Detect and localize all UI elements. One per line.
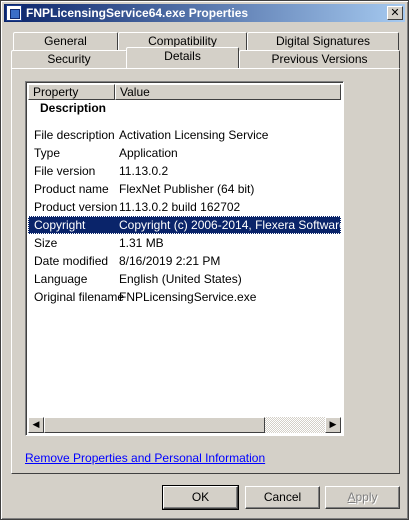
property-value: 1.31 MB (119, 236, 164, 250)
cancel-button[interactable]: Cancel (245, 486, 320, 509)
column-header-property[interactable]: Property (28, 84, 115, 100)
apply-button-label: pply (355, 490, 378, 504)
tab-general[interactable]: General (13, 32, 118, 50)
list-row[interactable]: File version 11.13.0.2 (28, 162, 341, 180)
ok-button[interactable]: OK (162, 485, 239, 510)
tab-security[interactable]: Security (11, 50, 127, 68)
apply-button-mnemonic: A (347, 490, 356, 504)
property-name: Language (34, 272, 88, 286)
property-name: File version (34, 164, 96, 178)
list-row[interactable]: Original filename FNPLicensingService.ex… (28, 288, 341, 306)
window-title: FNPLicensingService64.exe Properties (26, 6, 249, 20)
property-value: Activation Licensing Service (119, 128, 269, 142)
list-row[interactable]: Date modified 8/16/2019 2:21 PM (28, 252, 341, 270)
properties-dialog: FNPLicensingService64.exe Properties ✕ G… (0, 0, 409, 520)
property-name: File description (34, 128, 115, 142)
apply-button[interactable]: Apply (325, 486, 400, 509)
tab-digital-signatures[interactable]: Digital Signatures (247, 32, 399, 50)
tab-details[interactable]: Details (126, 47, 239, 68)
remove-properties-link[interactable]: Remove Properties and Personal Informati… (25, 451, 265, 465)
scroll-left-arrow-icon[interactable]: ◀ (28, 417, 44, 433)
title-bar[interactable]: FNPLicensingService64.exe Properties ✕ (4, 4, 405, 22)
list-row[interactable]: Size 1.31 MB (28, 234, 341, 252)
property-name: Original filename (34, 290, 125, 304)
details-list[interactable]: Property Value Description File descript… (25, 81, 344, 436)
list-row[interactable]: File description Activation Licensing Se… (28, 126, 341, 144)
property-name: Type (34, 146, 61, 160)
list-row[interactable]: Type Application (28, 144, 341, 162)
close-button[interactable]: ✕ (387, 6, 403, 20)
list-row[interactable]: Product version 11.13.0.2 build 162702 (28, 198, 341, 216)
property-name: Product name (34, 182, 109, 196)
property-value: FNPLicensingService.exe (119, 290, 257, 304)
property-value: Application (119, 146, 178, 160)
property-name: Size (34, 236, 58, 250)
property-value: English (United States) (119, 272, 242, 286)
scrollbar-thumb[interactable] (44, 417, 265, 433)
horizontal-scrollbar[interactable]: ◀ ▶ (28, 417, 341, 433)
property-value: 11.13.0.2 build 162702 (119, 200, 241, 214)
application-icon (6, 5, 22, 21)
property-value: 8/16/2019 2:21 PM (119, 254, 221, 268)
list-row[interactable]: Product name FlexNet Publisher (64 bit) (28, 180, 341, 198)
property-name: Copyright (34, 218, 86, 232)
column-header-value[interactable]: Value (115, 84, 341, 100)
scroll-right-arrow-icon[interactable]: ▶ (325, 417, 341, 433)
group-header-description: Description (40, 101, 107, 115)
property-name: Product version (34, 200, 118, 214)
tab-previous-versions[interactable]: Previous Versions (239, 50, 400, 68)
property-value: Copyright (c) 2006-2014, Flexera Softwar… (119, 218, 344, 232)
property-value: 11.13.0.2 (119, 164, 169, 178)
property-value: FlexNet Publisher (64 bit) (119, 182, 255, 196)
list-header: Property Value (28, 84, 341, 100)
property-name: Date modified (34, 254, 109, 268)
list-row-selected[interactable]: Copyright Copyright (c) 2006-2014, Flexe… (28, 216, 344, 234)
list-row[interactable]: Language English (United States) (28, 270, 341, 288)
